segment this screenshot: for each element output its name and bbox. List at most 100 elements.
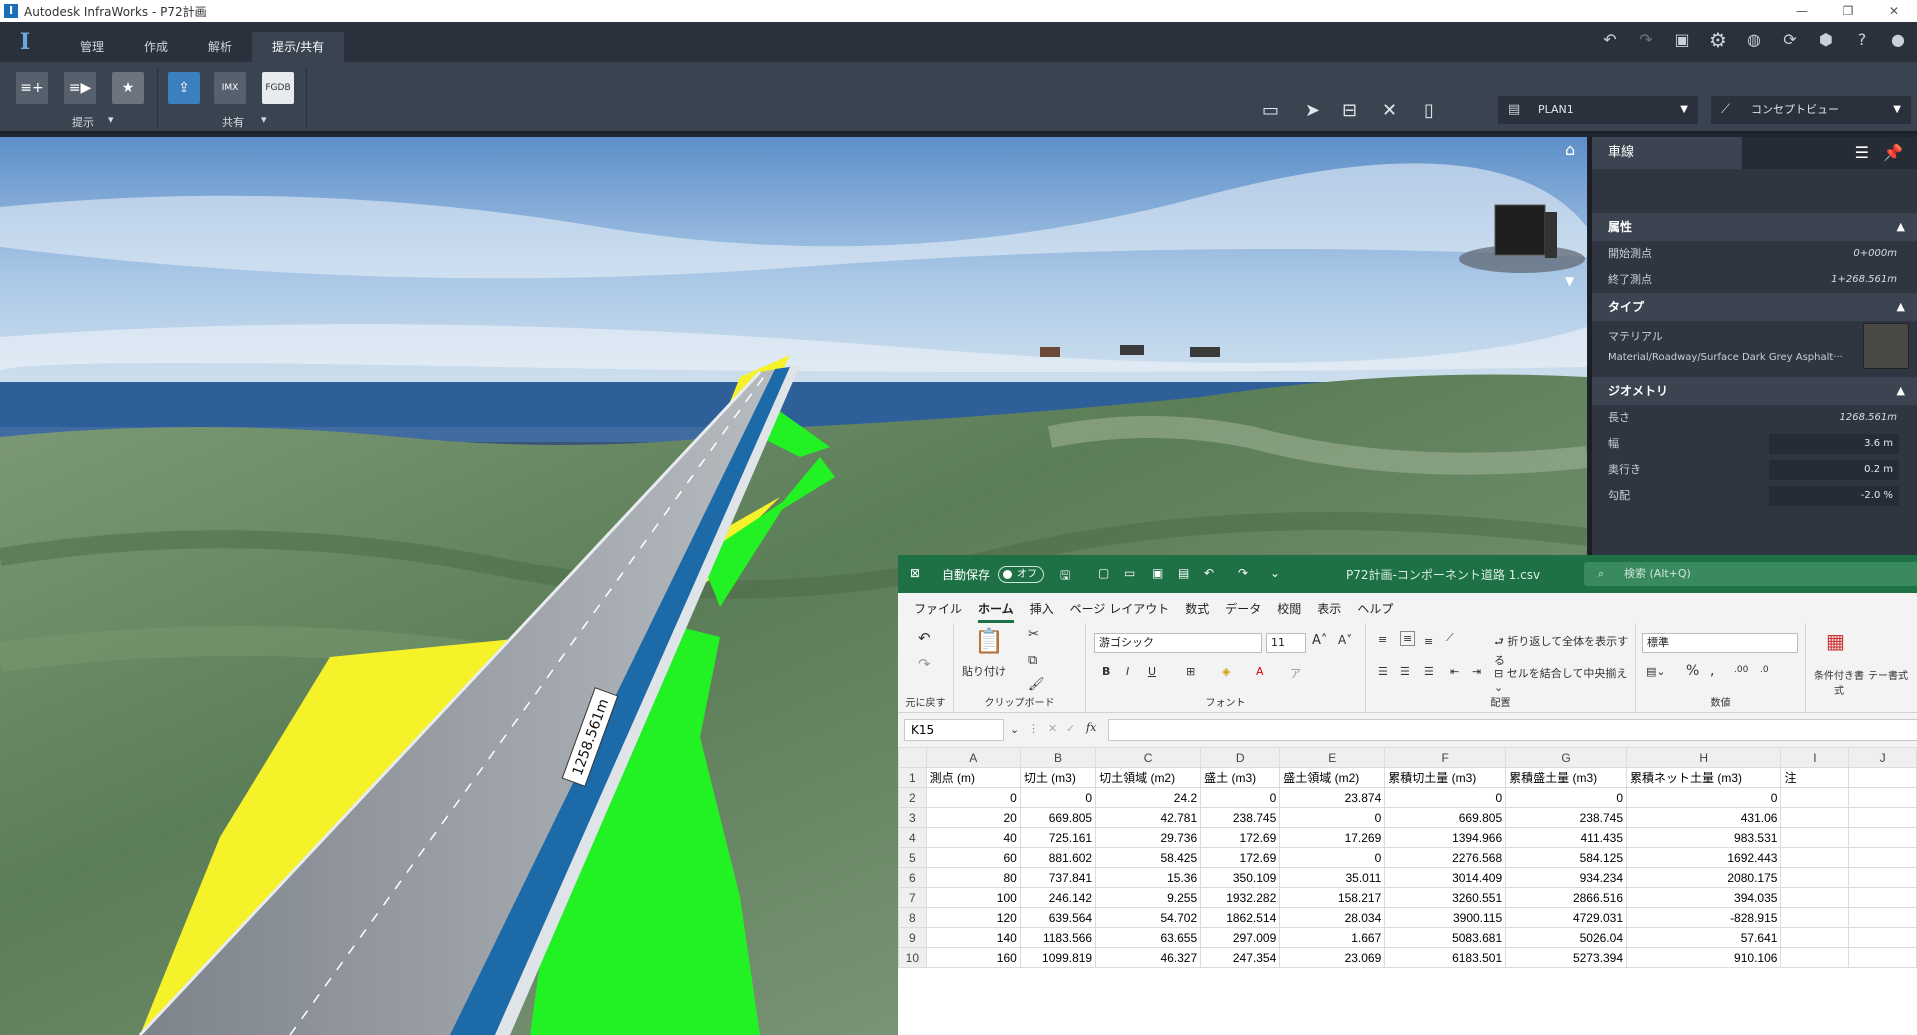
column-header[interactable]: A	[925, 747, 1021, 768]
chevron-down-icon[interactable]: ▼	[1565, 274, 1575, 288]
column-header[interactable]: C	[1095, 747, 1202, 768]
presentation-icon[interactable]: ▭	[1262, 100, 1279, 121]
data-cell[interactable]: 24.2	[1095, 787, 1202, 808]
user-icon[interactable]: ●	[1887, 28, 1909, 52]
data-cell[interactable]: 5026.04	[1505, 927, 1627, 948]
model-icon[interactable]: ▣	[1671, 28, 1693, 52]
data-cell[interactable]	[1780, 847, 1850, 868]
slope-input[interactable]: -2.0 %	[1769, 486, 1899, 506]
conditional-format-button[interactable]: 条件付き書式	[1812, 667, 1866, 697]
align-middle-icon[interactable]: ≡	[1400, 631, 1416, 646]
undo-icon[interactable]: ↶	[1599, 28, 1621, 52]
data-cell[interactable]	[1848, 867, 1917, 888]
redo-icon[interactable]: ↷	[918, 655, 931, 673]
data-cell[interactable]: 2276.568	[1384, 847, 1507, 868]
data-cell[interactable]	[1848, 927, 1917, 948]
data-cell[interactable]: 1932.282	[1200, 887, 1281, 908]
column-header[interactable]: H	[1625, 747, 1782, 768]
data-cell[interactable]: 0	[1279, 807, 1386, 828]
print-icon[interactable]: ▤	[1178, 566, 1189, 580]
align-top-icon[interactable]: ≡	[1378, 633, 1387, 646]
data-cell[interactable]: 5083.681	[1384, 927, 1507, 948]
data-cell[interactable]: 6183.501	[1384, 947, 1507, 968]
view-dropdown[interactable]: ▤ PLAN1 ▼	[1498, 96, 1698, 124]
data-cell[interactable]: 247.354	[1200, 947, 1281, 968]
grow-font-icon[interactable]: A˄	[1312, 633, 1327, 648]
data-cell[interactable]: 2866.516	[1505, 887, 1627, 908]
column-header[interactable]: J	[1848, 747, 1917, 768]
name-box-dropdown-icon[interactable]: ⌄	[1010, 723, 1019, 736]
data-cell[interactable]: 350.109	[1200, 867, 1281, 888]
orientation-icon[interactable]: ⟋	[1446, 631, 1454, 645]
data-cell[interactable]: 2080.175	[1625, 867, 1782, 888]
row-header[interactable]: 9	[898, 927, 927, 948]
phonetic-icon[interactable]: ア	[1290, 665, 1301, 681]
data-cell[interactable]: 17.269	[1279, 827, 1386, 848]
data-cell[interactable]: 669.805	[1384, 807, 1507, 828]
sync-icon[interactable]: ⟳	[1779, 28, 1801, 52]
data-cell[interactable]: 881.602	[1019, 847, 1097, 868]
row-header[interactable]: 1	[898, 767, 927, 788]
section-type[interactable]: タイプ ▲	[1592, 293, 1917, 321]
outdent-icon[interactable]: ⇤	[1450, 665, 1459, 678]
visual-style-dropdown[interactable]: ⟋ コンセプトビュー ▼	[1711, 96, 1911, 124]
data-cell[interactable]: 9.255	[1095, 887, 1202, 908]
paste-button[interactable]: 貼り付け	[962, 663, 1006, 679]
minimize-button[interactable]: —	[1779, 0, 1825, 22]
comma-icon[interactable]: ,	[1710, 663, 1714, 679]
fgdb-icon[interactable]: FGDB	[262, 72, 294, 104]
data-cell[interactable]: 394.035	[1625, 887, 1782, 908]
autosave-toggle[interactable]: オフ	[998, 566, 1044, 583]
row-header[interactable]: 8	[898, 907, 927, 928]
new-icon[interactable]: ▢	[1098, 566, 1109, 580]
data-cell[interactable]: 46.327	[1095, 947, 1202, 968]
data-cell[interactable]	[1780, 927, 1850, 948]
chevron-down-icon[interactable]: ▾	[261, 113, 267, 126]
row-header[interactable]: 7	[898, 887, 927, 908]
excel-tab-file[interactable]: ファイル	[906, 600, 970, 617]
data-cell[interactable]: 246.142	[1019, 887, 1097, 908]
data-cell[interactable]: 5273.394	[1505, 947, 1627, 968]
data-cell[interactable]: 1.667	[1279, 927, 1386, 948]
home-icon[interactable]: ⌂	[1565, 140, 1575, 159]
data-cell[interactable]: 0	[925, 787, 1021, 808]
data-cell[interactable]: 172.69	[1200, 847, 1281, 868]
tab-create[interactable]: 作成	[124, 32, 188, 62]
data-cell[interactable]: 63.655	[1095, 927, 1202, 948]
underline-icon[interactable]: U	[1148, 665, 1156, 678]
increase-decimal-icon[interactable]: .00	[1734, 665, 1748, 675]
header-cell[interactable]: 盛土 (m3)	[1200, 767, 1281, 788]
column-header[interactable]: B	[1019, 747, 1097, 768]
cut-icon[interactable]: ✂	[1028, 627, 1039, 642]
redo-icon[interactable]: ↷	[1238, 566, 1248, 580]
data-cell[interactable]: 0	[1279, 847, 1386, 868]
data-cell[interactable]: 1394.966	[1384, 827, 1507, 848]
data-cell[interactable]: 15.36	[1095, 867, 1202, 888]
fill-color-icon[interactable]: ◈	[1222, 665, 1230, 678]
data-cell[interactable]: 23.069	[1279, 947, 1386, 968]
data-cell[interactable]: 1692.443	[1625, 847, 1782, 868]
data-cell[interactable]: -828.915	[1625, 907, 1782, 928]
data-cell[interactable]: 160	[925, 947, 1021, 968]
data-cell[interactable]: 411.435	[1505, 827, 1627, 848]
data-cell[interactable]: 983.531	[1625, 827, 1782, 848]
imx-icon[interactable]: IMX	[214, 72, 246, 104]
data-cell[interactable]: 42.781	[1095, 807, 1202, 828]
conditional-format-icon[interactable]: ▦	[1826, 629, 1845, 653]
indent-icon[interactable]: ⇥	[1472, 665, 1481, 678]
decrease-decimal-icon[interactable]: .0	[1760, 665, 1769, 675]
excel-tab-view[interactable]: 表示	[1309, 600, 1349, 617]
tab-manage[interactable]: 管理	[60, 32, 124, 62]
data-cell[interactable]: 140	[925, 927, 1021, 948]
name-box[interactable]: K15	[904, 719, 1004, 741]
data-cell[interactable]: 40	[925, 827, 1021, 848]
fx-icon[interactable]: fx	[1086, 721, 1096, 734]
customize-icon[interactable]: ⌄	[1270, 566, 1280, 580]
header-cell[interactable]: 測点 (m)	[925, 767, 1021, 788]
data-cell[interactable]: 58.425	[1095, 847, 1202, 868]
row-header[interactable]: 2	[898, 787, 927, 808]
column-header[interactable]: F	[1384, 747, 1507, 768]
data-cell[interactable]	[1780, 787, 1850, 808]
globe-icon[interactable]: ◍	[1743, 28, 1765, 52]
italic-icon[interactable]: I	[1126, 665, 1129, 678]
